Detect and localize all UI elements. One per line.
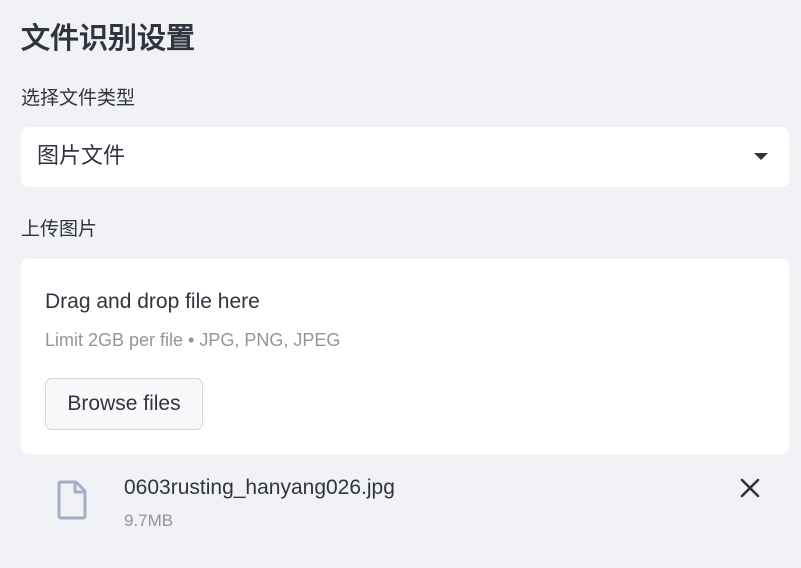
file-icon	[57, 480, 87, 520]
file-dropzone[interactable]: Drag and drop file here Limit 2GB per fi…	[21, 259, 789, 454]
upload-label: 上传图片	[21, 218, 98, 240]
file-type-select[interactable]: 图片文件	[21, 127, 789, 187]
page-title: 文件识别设置	[21, 21, 196, 55]
close-icon[interactable]	[736, 474, 764, 502]
file-type-label: 选择文件类型	[21, 87, 136, 109]
uploaded-file-size: 9.7MB	[124, 511, 174, 530]
uploaded-file-item: 0603rusting_hanyang026.jpg 9.7MB	[21, 464, 789, 544]
chevron-down-icon[interactable]	[754, 153, 768, 160]
browse-files-button[interactable]: Browse files	[45, 378, 203, 430]
dropzone-title: Drag and drop file here	[45, 290, 260, 313]
file-type-selected-value: 图片文件	[37, 144, 126, 169]
uploaded-file-name: 0603rusting_hanyang026.jpg	[124, 476, 395, 499]
dropzone-hint: Limit 2GB per file • JPG, PNG, JPEG	[45, 330, 341, 350]
